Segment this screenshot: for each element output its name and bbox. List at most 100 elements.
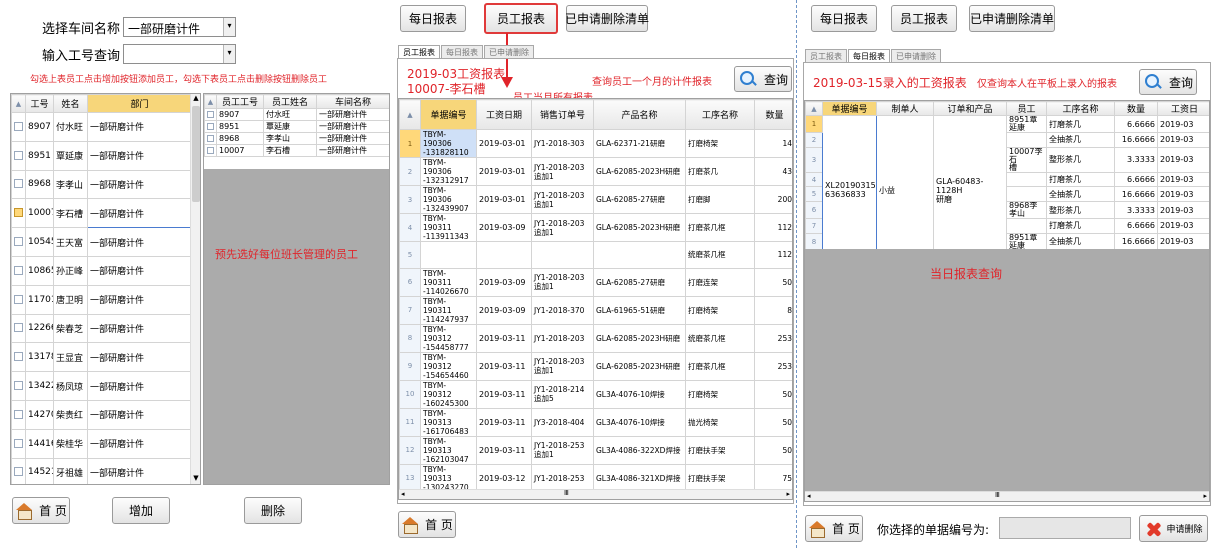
table-row[interactable]: 8951 覃延康 一部研磨计件 — [204, 120, 389, 133]
row-number[interactable]: 10 — [399, 379, 421, 409]
table-row[interactable]: 13178王显宜一部研磨计件 — [11, 342, 192, 373]
mid-grid-hscrollbar[interactable]: ◂ Ⅲ ▸ — [399, 489, 792, 499]
row-checkbox[interactable] — [14, 121, 23, 131]
row-checkbox-cell[interactable] — [11, 371, 26, 401]
table-row[interactable]: 11701唐卫明一部研磨计件 — [11, 284, 192, 315]
row-checkbox-cell[interactable] — [11, 169, 26, 200]
row-checkbox[interactable] — [14, 467, 23, 477]
col-header-sel-name[interactable]: 员工姓名 — [263, 94, 317, 109]
right-tab-applied-delete[interactable]: 已申请删除 — [891, 49, 941, 62]
table-row[interactable]: 8907 付水旺 一部研磨计件 — [204, 108, 389, 121]
right-home-button[interactable]: 首 页 — [805, 515, 863, 542]
row-number[interactable]: 3 — [805, 146, 823, 173]
row-number[interactable]: 3 — [399, 185, 421, 214]
apply-delete-button[interactable]: 申请删除 — [1139, 515, 1208, 542]
row-number[interactable]: 9 — [399, 351, 421, 381]
col-header-dept[interactable]: 部门 — [87, 94, 192, 113]
row-number[interactable]: 1 — [399, 129, 421, 158]
row-checkbox-cell[interactable] — [11, 255, 26, 286]
row-checkbox[interactable] — [14, 294, 23, 304]
row-checkbox[interactable] — [207, 123, 214, 130]
row-number[interactable]: 2 — [399, 157, 421, 186]
row-checkbox-cell[interactable] — [11, 457, 26, 484]
add-button[interactable]: 增加 — [112, 497, 170, 524]
row-number[interactable]: 8 — [399, 323, 421, 353]
selected-doc-field[interactable] — [999, 517, 1131, 539]
row-checkbox[interactable] — [14, 179, 23, 189]
row-checkbox[interactable] — [14, 323, 23, 333]
mid-home-button[interactable]: 首 页 — [398, 511, 456, 538]
table-row[interactable]: 10 TBYM-190312 -160245300 2019-03-11 JY1-20… — [399, 379, 792, 409]
selected-employee-grid[interactable]: ▲ 员工工号 员工姓名 车间名称 8907 付水旺 一部研磨计件 8951 覃延康 一部研… — [203, 93, 390, 485]
table-row[interactable]: 4 TBYM-190311 -113911343 2019-03-09 JY1-201… — [399, 213, 792, 242]
table-row[interactable]: 2 TBYM-190306 -132312917 2019-03-01 JY1-201… — [399, 157, 792, 186]
col-header-r-qty[interactable]: 数量 — [1114, 101, 1158, 116]
col-header-r-maker[interactable]: 制单人 — [876, 101, 934, 116]
table-row[interactable]: 14416柴桂华一部研磨计件 — [11, 428, 192, 459]
row-checkbox[interactable] — [14, 438, 23, 448]
table-row[interactable]: 7 TBYM-190311 -114247937 2019-03-09 JY1-201… — [399, 295, 792, 325]
table-row[interactable]: 14521牙祖雄一部研磨计件 — [11, 457, 192, 484]
right-daily-report-button[interactable]: 每日报表 — [811, 5, 877, 32]
row-number[interactable]: 7 — [399, 295, 421, 325]
table-row[interactable]: 9 TBYM-190312 -154654460 2019-03-11 JY1-201… — [399, 351, 792, 381]
table-row[interactable]: 6 TBYM-190311 -114026670 2019-03-09 JY1-201… — [399, 267, 792, 297]
row-number[interactable]: 13 — [399, 463, 421, 493]
row-number[interactable]: 12 — [399, 435, 421, 465]
col-header-sel-dept[interactable]: 车间名称 — [316, 94, 389, 109]
table-row[interactable]: 8 TBYM-190312 -154458777 2019-03-11 JY1-201… — [399, 323, 792, 353]
row-number[interactable]: 11 — [399, 407, 421, 437]
row-checkbox-cell[interactable] — [11, 112, 26, 142]
col-header-product[interactable]: 产品名称 — [593, 99, 686, 130]
row-checkbox[interactable] — [14, 237, 23, 247]
table-row[interactable]: 8968 李孝山 一部研磨计件 — [204, 132, 389, 145]
row-checkbox-cell[interactable] — [11, 198, 26, 229]
table-row[interactable]: 10865孙正峰一部研磨计件 — [11, 255, 192, 286]
row-number[interactable]: 6 — [805, 201, 823, 220]
row-checkbox-cell[interactable] — [11, 227, 26, 257]
row-checkbox-cell[interactable] — [11, 399, 26, 430]
mid-tab-daily-report[interactable]: 每日报表 — [441, 45, 483, 58]
mid-tab-applied-delete[interactable]: 已申请删除 — [484, 45, 534, 58]
row-checkbox-cell[interactable] — [204, 120, 217, 133]
row-checkbox[interactable] — [14, 208, 23, 218]
workshop-select[interactable]: 一部研磨计件 ▾ — [123, 17, 236, 37]
right-report-grid[interactable]: ▲ 单据编号 制单人 订单和产品 员工 工序名称 数量 工资日 1 XL20190… — [804, 100, 1210, 502]
row-number[interactable]: 5 — [805, 186, 823, 203]
row-number[interactable]: 8 — [805, 232, 823, 251]
col-header-sales-order[interactable]: 销售订单号 — [531, 99, 594, 130]
row-number[interactable]: 2 — [805, 132, 823, 148]
left-home-button[interactable]: 首 页 — [12, 497, 70, 524]
mid-report-grid[interactable]: ▲ 单据编号 工资日期 销售订单号 产品名称 工序名称 数量 1 TBYM-190… — [398, 98, 793, 500]
row-number[interactable]: 7 — [805, 218, 823, 234]
col-header-r-order-product[interactable]: 订单和产品 — [933, 101, 1007, 116]
mid-tab-staff-report[interactable]: 员工报表 — [398, 45, 440, 58]
row-checkbox-cell[interactable] — [11, 342, 26, 373]
table-row[interactable]: 10545王天富一部研磨计件 — [11, 227, 192, 257]
employee-grid[interactable]: ▲ 工号 姓名 部门 8907 付水旺 一部研磨计件 8951 覃延康 一部研磨计件 896… — [10, 93, 201, 485]
row-checkbox-cell[interactable] — [11, 313, 26, 344]
right-query-button[interactable]: 查询 — [1139, 69, 1197, 95]
table-row[interactable]: 11 TBYM-190313 -161706483 2019-03-11 JY3-20… — [399, 407, 792, 437]
table-row[interactable]: 8968 李孝山 一部研磨计件 — [11, 169, 192, 200]
col-header-empno[interactable]: 工号 — [25, 94, 54, 113]
row-checkbox[interactable] — [207, 135, 214, 142]
table-row[interactable]: 13422杨凤琼一部研磨计件 — [11, 371, 192, 401]
right-tab-daily-report[interactable]: 每日报表 — [848, 49, 890, 62]
col-header-doc-no[interactable]: 单据编号 — [420, 99, 477, 130]
col-header-process[interactable]: 工序名称 — [685, 99, 755, 130]
row-number[interactable]: 4 — [399, 213, 421, 242]
table-row[interactable]: 1 TBYM-190306 -131828110 2019-03-01 JY1-201… — [399, 129, 792, 158]
row-checkbox[interactable] — [14, 352, 23, 362]
col-header-r-process[interactable]: 工序名称 — [1046, 101, 1115, 116]
col-header-name[interactable]: 姓名 — [53, 94, 88, 113]
table-row[interactable]: 3 TBYM-190306 -132439907 2019-03-01 JY1-201… — [399, 185, 792, 214]
table-row[interactable]: 10007李石槽一部研磨计件 — [204, 144, 389, 157]
col-header-r-employee[interactable]: 员工 — [1006, 101, 1047, 116]
row-checkbox-cell[interactable] — [11, 140, 26, 171]
employee-grid-scrollbar[interactable]: ▲ ▼ — [190, 94, 200, 484]
row-checkbox-cell[interactable] — [204, 144, 217, 157]
right-grid-hscrollbar[interactable]: ◂ Ⅲ ▸ — [805, 491, 1209, 501]
row-checkbox[interactable] — [14, 150, 23, 160]
right-tab-staff-report[interactable]: 员工报表 — [805, 49, 847, 62]
